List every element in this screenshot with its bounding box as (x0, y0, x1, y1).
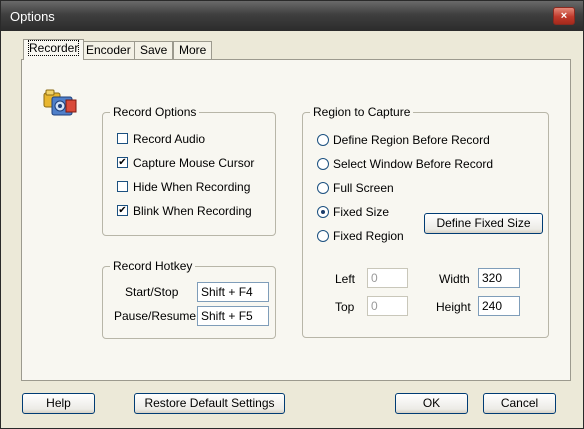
tab-recorder[interactable]: Recorder (23, 39, 85, 60)
tab-encoder-label: Encoder (86, 43, 131, 57)
record-hotkey-group: Record Hotkey Start/Stop Pause/Resume: (102, 259, 276, 339)
blink-when-recording-label: Blink When Recording (133, 204, 252, 218)
region-to-capture-legend: Region to Capture (310, 105, 414, 119)
define-region-label: Define Region Before Record (333, 133, 490, 147)
check-icon[interactable]: ✔ (117, 205, 128, 216)
tab-encoder[interactable]: Encoder (80, 41, 137, 59)
tab-recorder-label: Recorder (27, 40, 80, 56)
height-label: Height (436, 300, 471, 314)
fixed-region-radio-dot[interactable] (317, 230, 329, 242)
define-region-radio-dot[interactable] (317, 134, 329, 146)
width-label: Width (439, 272, 470, 286)
cancel-button[interactable]: Cancel (483, 393, 556, 414)
record-options-group: Record Options Record Audio ✔ Capture Mo… (102, 105, 276, 236)
tab-more[interactable]: More (173, 41, 213, 59)
width-input[interactable] (478, 268, 520, 288)
tab-save-label: Save (140, 43, 168, 57)
top-label: Top (335, 300, 355, 314)
left-input[interactable] (367, 268, 408, 288)
close-icon: × (560, 10, 568, 22)
tab-save[interactable]: Save (134, 41, 174, 59)
fixed-region-label: Fixed Region (333, 229, 404, 243)
pause-resume-label: Pause/Resume: (114, 309, 200, 323)
camera-recorder-icon (43, 89, 77, 116)
record-audio-label: Record Audio (133, 132, 206, 146)
full-screen-radio-dot[interactable] (317, 182, 329, 194)
full-screen-label: Full Screen (333, 181, 394, 195)
close-button[interactable]: × (553, 7, 575, 25)
top-input[interactable] (367, 296, 408, 316)
region-to-capture-group: Region to Capture Define Region Before R… (302, 105, 549, 338)
restore-default-settings-button[interactable]: Restore Default Settings (134, 393, 285, 414)
title-bar[interactable]: Options × (1, 1, 583, 31)
fixed-size-radio-dot[interactable] (317, 206, 329, 218)
start-stop-label: Start/Stop (125, 285, 179, 299)
hide-when-recording-label: Hide When Recording (133, 180, 251, 194)
options-dialog: Options × Recorder Encoder Save More Rec… (0, 0, 584, 429)
left-label: Left (335, 272, 356, 286)
tab-more-label: More (179, 43, 207, 57)
record-options-legend: Record Options (110, 105, 200, 119)
select-window-label: Select Window Before Record (333, 157, 494, 171)
ok-button[interactable]: OK (395, 393, 468, 414)
define-fixed-size-button[interactable]: Define Fixed Size (424, 213, 543, 234)
capture-mouse-cursor-label: Capture Mouse Cursor (133, 156, 255, 170)
window-title: Options (10, 9, 55, 24)
select-window-radio-dot[interactable] (317, 158, 329, 170)
height-input[interactable] (478, 296, 520, 316)
start-stop-hotkey-input[interactable] (197, 282, 269, 302)
record-hotkey-legend: Record Hotkey (110, 259, 196, 273)
record-audio-box[interactable] (117, 133, 128, 144)
help-button[interactable]: Help (22, 393, 95, 414)
recorder-panel: Record Options Record Audio ✔ Capture Mo… (21, 59, 571, 381)
check-icon[interactable]: ✔ (117, 157, 128, 168)
fixed-size-label: Fixed Size (333, 205, 390, 219)
dialog-client: Recorder Encoder Save More Record Option… (5, 31, 579, 425)
pause-resume-hotkey-input[interactable] (197, 306, 269, 326)
hide-when-recording-box[interactable] (117, 181, 128, 192)
